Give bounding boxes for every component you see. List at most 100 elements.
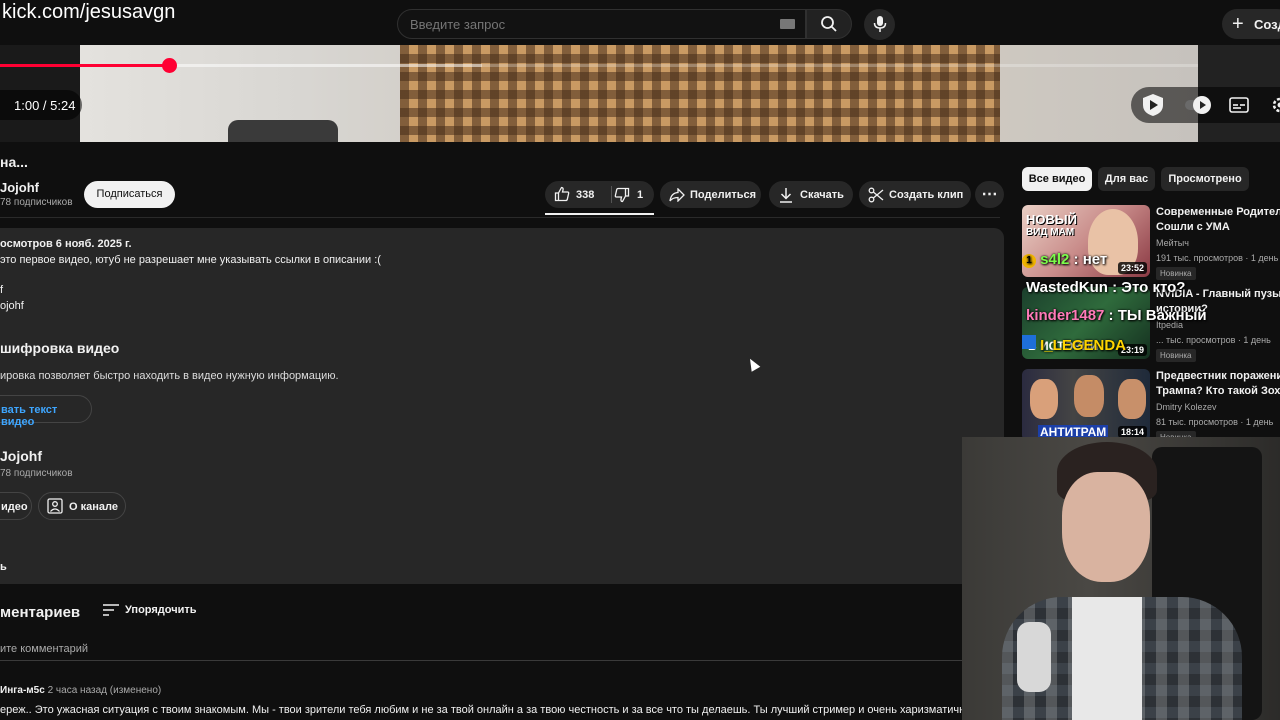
chip-for-you[interactable]: Для вас [1098, 167, 1155, 191]
comment-author-name: Инга-м5с [0, 685, 45, 696]
chat-text: ТЫ Важный [1117, 307, 1207, 324]
show-transcript-button[interactable]: вать текст видео [0, 395, 92, 428]
video-title: Современные Родители Сошли с УМА [1156, 206, 1280, 233]
thumbs-down-icon [614, 187, 630, 203]
video-duration: 23:52 [1117, 262, 1147, 274]
keyboard-icon[interactable] [780, 19, 795, 29]
search-button[interactable] [806, 9, 852, 39]
chat-text: Это кто? [1121, 279, 1186, 296]
mic-icon [873, 16, 887, 32]
video-subject [400, 45, 1000, 142]
description-line: f [0, 284, 4, 296]
collapse-link[interactable]: ь [0, 561, 7, 573]
new-badge: Новинка [1156, 349, 1196, 362]
video-meta: ... тыс. просмотров · 1 день [1156, 335, 1271, 345]
chip-watched[interactable]: Просмотрено [1161, 167, 1249, 191]
comment-author[interactable]: Инга-м5с 2 часа назад (изменено) [0, 685, 161, 696]
streamer-webcam [962, 437, 1280, 720]
thumbnail-text: НОВЫЙ ВИД МАМ [1026, 212, 1077, 238]
channel-card-name[interactable]: Jojohf [0, 448, 42, 464]
clip-label: Создать клип [889, 189, 964, 201]
chip-all-videos[interactable]: Все видео [1022, 167, 1092, 191]
comments-heading: ментариев [0, 604, 81, 621]
thumbnail-face [1030, 379, 1058, 419]
video-title: Предвестник поражения Трампа? Кто такой … [1156, 370, 1280, 397]
video-object [228, 120, 338, 142]
comment-time: 2 часа назад (изменено) [47, 685, 162, 696]
dislike-count: 1 [637, 189, 644, 201]
create-label: Созд [1254, 17, 1280, 32]
subtitles-icon[interactable] [1229, 97, 1249, 113]
add-comment-input[interactable]: ите комментарий [0, 643, 88, 655]
video-meta: 191 тыс. просмотров · 1 день [1156, 253, 1279, 263]
mouse-cursor [745, 356, 761, 372]
search-box[interactable] [397, 9, 806, 39]
chat-message: 1 s4l2 : нет [1022, 251, 1107, 268]
chat-badge-icon [1022, 335, 1036, 349]
description-panel[interactable]: осмотров 6 нояб. 2025 г. это первое виде… [0, 228, 1004, 584]
webcam-face [1062, 472, 1150, 582]
subscribe-button[interactable]: Подписаться [84, 181, 175, 208]
autoplay-knob-icon [1193, 96, 1211, 114]
channel-card-subs: 78 подписчиков [0, 468, 73, 479]
description-line: это первое видео, ютуб не разрешает мне … [0, 254, 381, 266]
chat-user: s4l2 [1040, 251, 1070, 268]
chat-text: нет [1082, 251, 1108, 268]
share-label: Поделиться [690, 189, 757, 201]
voice-search-button[interactable] [864, 9, 895, 40]
video-frame [80, 45, 1198, 142]
shield-play-icon[interactable] [1140, 92, 1166, 118]
like-button[interactable]: 338 [545, 181, 611, 208]
time-display: 1:00 / 5:24 [0, 90, 82, 120]
comment-text: ереж.. Это ужасная ситуация с твоим знак… [0, 704, 980, 716]
download-label: Скачать [800, 189, 844, 201]
webcam-microphone [1017, 622, 1051, 692]
chat-badge-icon: 1 [1022, 254, 1036, 268]
plus-icon: + [1232, 13, 1244, 35]
chat-message: kinder1487 : ТЫ Важный [1026, 307, 1207, 324]
create-button[interactable]: + Созд [1222, 9, 1280, 39]
description-meta: осмотров 6 нояб. 2025 г. [0, 238, 132, 250]
comment-input-underline [0, 660, 962, 661]
like-underline [545, 213, 654, 215]
video-player[interactable]: 1:00 / 5:24 [0, 45, 1280, 142]
progress-scrubber[interactable] [162, 58, 177, 73]
about-channel-label: О канале [69, 501, 118, 513]
dislike-button[interactable]: 1 [612, 181, 654, 208]
video-thumbnail[interactable]: АНТИТРАМ 18:14 [1022, 369, 1150, 441]
sort-icon [103, 604, 119, 616]
settings-icon[interactable] [1271, 96, 1280, 114]
thumbnail-face [1118, 379, 1146, 419]
channel-name[interactable]: Jojohf [0, 180, 39, 195]
player-controls [1131, 87, 1280, 123]
share-icon [669, 188, 685, 202]
transcript-heading: шифровка видео [0, 340, 120, 356]
chat-user: WastedKun [1026, 279, 1108, 296]
like-count: 338 [576, 189, 595, 201]
sort-comments-button[interactable]: Упорядочить [103, 604, 197, 616]
scissors-icon [868, 187, 884, 203]
search-icon [821, 16, 837, 32]
videos-button[interactable]: идео [0, 492, 32, 520]
recommended-video[interactable]: АНТИТРАМ 18:14 Предвестник поражения Тра… [1022, 369, 1280, 444]
more-actions-button[interactable]: ⋯ [975, 181, 1004, 208]
download-icon [780, 188, 792, 203]
download-button[interactable]: Скачать [769, 181, 853, 208]
channel-subscribers: 78 подписчиков [0, 197, 73, 208]
about-channel-button[interactable]: О канале [38, 492, 126, 520]
person-box-icon [47, 498, 63, 514]
top-bar: kick.com/jesusavgn + Созд [0, 0, 1280, 45]
clip-button[interactable]: Создать клип [859, 181, 971, 208]
video-channel[interactable]: Dmitry Kolezev [1156, 402, 1217, 412]
like-dislike-group: 338 1 [545, 181, 654, 208]
stream-watermark: kick.com/jesusavgn [2, 1, 176, 23]
webcam-tshirt [1072, 597, 1142, 720]
share-button[interactable]: Поделиться [660, 181, 761, 208]
video-title: на... [0, 154, 28, 170]
thumbnail-face [1074, 375, 1104, 417]
section-divider [0, 217, 1000, 218]
search-input[interactable] [410, 17, 770, 32]
video-channel[interactable]: Мейтыч [1156, 238, 1189, 248]
video-meta: 81 тыс. просмотров · 1 день [1156, 417, 1274, 427]
transcript-text: ировка позволяет быстро находить в видео… [0, 370, 339, 382]
